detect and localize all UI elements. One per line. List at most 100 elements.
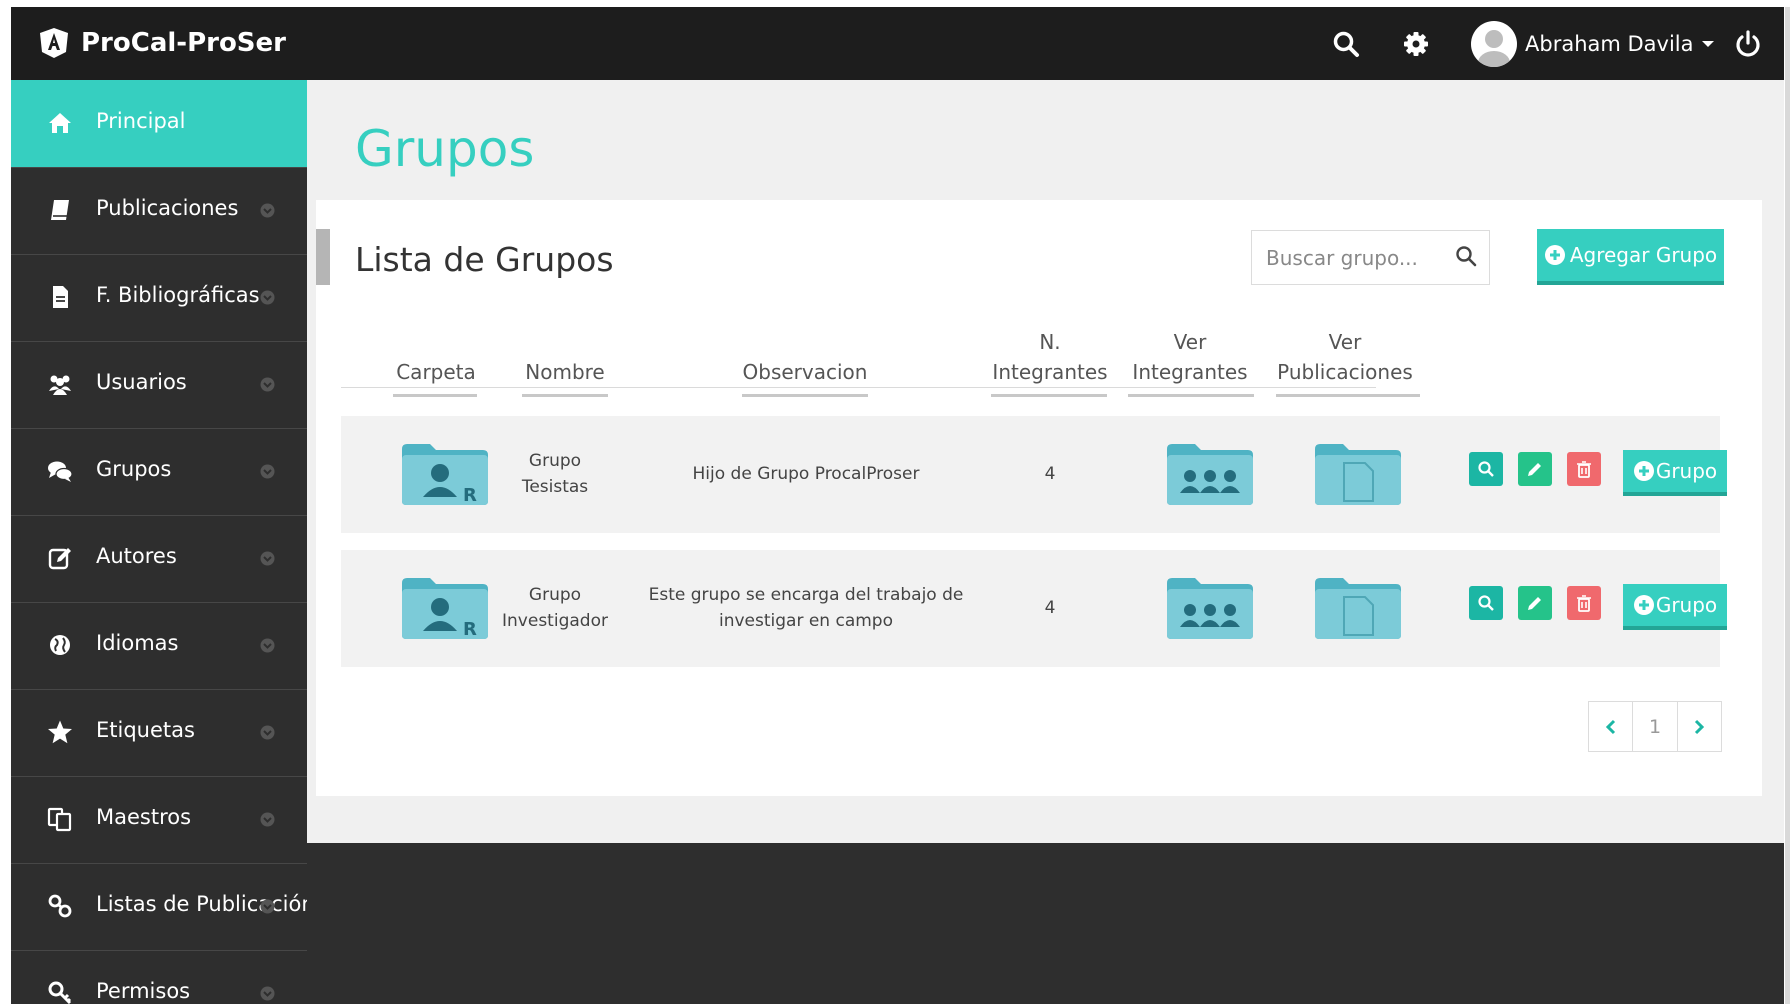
chevron-down-icon — [260, 725, 275, 740]
sidebar-item-label: Publicaciones — [96, 196, 239, 220]
add-subgroup-button[interactable]: Grupo — [1623, 584, 1727, 630]
add-group-button[interactable]: Agregar Grupo — [1537, 229, 1724, 285]
chevron-down-icon — [260, 203, 275, 218]
column-header-ver: Ver — [1328, 330, 1362, 354]
card-title: Lista de Grupos — [355, 240, 614, 279]
sidebar-item-label: Usuarios — [96, 370, 187, 394]
edit-icon — [48, 548, 71, 570]
members-folder-icon[interactable] — [1165, 575, 1255, 641]
sidebar-item-maestros[interactable]: Maestros — [11, 776, 307, 864]
sidebar-item-grupos[interactable]: Grupos — [11, 428, 307, 516]
window-scrollbar[interactable] — [1785, 7, 1790, 1004]
star-icon — [48, 720, 72, 744]
view-group-button[interactable] — [1469, 586, 1503, 620]
sidebar-item-autores[interactable]: Autores — [11, 515, 307, 603]
column-underline — [1276, 394, 1420, 397]
column-header-nombre: Nombre — [525, 360, 605, 384]
table-row: R Grupo Investigador Este grupo se encar… — [341, 550, 1727, 667]
copy-icon — [47, 807, 72, 832]
member-count: 4 — [1044, 598, 1056, 618]
delete-group-button[interactable] — [1567, 586, 1601, 620]
sidebar-item-principal[interactable]: Principal — [11, 80, 307, 168]
column-header-ver-publicaciones: Publicaciones — [1277, 360, 1413, 384]
sidebar-item-label: F. Bibliográficas — [96, 283, 260, 307]
delete-group-button[interactable] — [1567, 452, 1601, 486]
observation-line: Este grupo se encarga del trabajo de — [648, 585, 964, 605]
member-count: 4 — [1044, 464, 1056, 484]
chevron-down-icon — [260, 812, 275, 827]
brand-name: ProCal-ProSer — [81, 28, 286, 58]
edit-group-button[interactable] — [1518, 586, 1552, 620]
plus-circle-icon — [1544, 245, 1565, 265]
chevron-down-icon — [260, 464, 275, 479]
table-row: R Grupo Tesistas Hijo de Grupo ProcalPro… — [341, 416, 1727, 533]
sidebar-item-listas[interactable]: Listas de Publicación — [11, 863, 315, 951]
sidebar-item-label: Etiquetas — [96, 718, 195, 742]
search-icon — [1478, 461, 1494, 477]
user-folder-icon[interactable]: R — [400, 575, 490, 641]
column-underline — [522, 394, 608, 397]
group-observation: Este grupo se encarga del trabajo de inv… — [641, 582, 971, 634]
sidebar-item-usuarios[interactable]: Usuarios — [11, 341, 307, 429]
search-group-input[interactable] — [1264, 231, 1453, 284]
power-icon[interactable] — [1733, 29, 1763, 59]
column-header-observacion: Observacion — [742, 360, 868, 384]
chevron-down-icon — [260, 986, 275, 1001]
group-name-line: Grupo — [528, 451, 582, 471]
sidebar-item-label: Principal — [96, 109, 186, 133]
caret-down-icon — [1701, 41, 1714, 47]
view-group-button[interactable] — [1469, 452, 1503, 486]
user-menu[interactable]: Abraham Davila — [1471, 17, 1714, 71]
sidebar-item-publicaciones[interactable]: Publicaciones — [11, 167, 307, 255]
sidebar-item-idiomas[interactable]: Idiomas — [11, 602, 307, 690]
link-icon — [48, 894, 72, 918]
group-name-line: Grupo — [528, 585, 582, 605]
group-name-line: Tesistas — [521, 477, 589, 497]
publications-folder-icon[interactable] — [1313, 575, 1403, 641]
pencil-icon — [1528, 463, 1541, 476]
sidebar-item-permisos[interactable]: Permisos — [11, 950, 307, 1004]
add-group-label: Agregar Grupo — [1569, 243, 1718, 267]
user-avatar-icon — [1478, 30, 1510, 67]
column-header-carpeta: Carpeta — [396, 360, 476, 384]
key-icon — [48, 981, 72, 1004]
sidebar-item-label: Listas de Publicación — [96, 892, 315, 916]
chevron-down-icon — [260, 638, 275, 653]
column-underline — [742, 394, 868, 397]
pagination-next[interactable] — [1678, 702, 1721, 751]
edit-group-button[interactable] — [1518, 452, 1552, 486]
gear-icon[interactable] — [1401, 29, 1431, 59]
add-subgroup-label: Grupo — [1655, 459, 1718, 483]
add-subgroup-button[interactable]: Grupo — [1623, 450, 1727, 496]
sidebar-item-etiquetas[interactable]: Etiquetas — [11, 689, 307, 777]
column-header-integrantes: Integrantes — [992, 360, 1108, 384]
header-divider — [341, 387, 1376, 388]
plus-circle-icon — [1633, 595, 1654, 615]
svg-text:R: R — [463, 619, 477, 640]
user-name: Abraham Davila — [1525, 32, 1694, 56]
book-icon — [51, 200, 69, 220]
footer-area — [307, 843, 1784, 1004]
user-folder-icon[interactable]: R — [400, 441, 490, 507]
users-icon — [49, 375, 71, 395]
pagination-page[interactable]: 1 — [1633, 702, 1678, 751]
brand[interactable]: ProCal-ProSer — [37, 25, 286, 61]
chevron-down-icon — [260, 899, 275, 914]
publications-folder-icon[interactable] — [1313, 441, 1403, 507]
members-folder-icon[interactable] — [1165, 441, 1255, 507]
page-title: Grupos — [355, 120, 535, 178]
angular-logo-icon — [40, 28, 68, 58]
card-accent-bar — [316, 229, 330, 285]
sidebar-item-label: Permisos — [96, 979, 191, 1003]
column-underline — [393, 394, 477, 397]
search-icon — [1478, 595, 1494, 611]
search-icon[interactable] — [1331, 29, 1361, 59]
pagination-prev[interactable] — [1589, 702, 1634, 751]
search-icon[interactable] — [1455, 245, 1477, 267]
column-header-ver-integrantes: Integrantes — [1132, 360, 1248, 384]
sidebar-item-fuentes[interactable]: F. Bibliográficas — [11, 254, 307, 342]
group-name-line: Investigador — [502, 611, 608, 631]
sidebar-item-label: Autores — [96, 544, 177, 568]
group-name: Grupo Investigador — [495, 582, 615, 634]
search-group-field — [1251, 230, 1490, 285]
